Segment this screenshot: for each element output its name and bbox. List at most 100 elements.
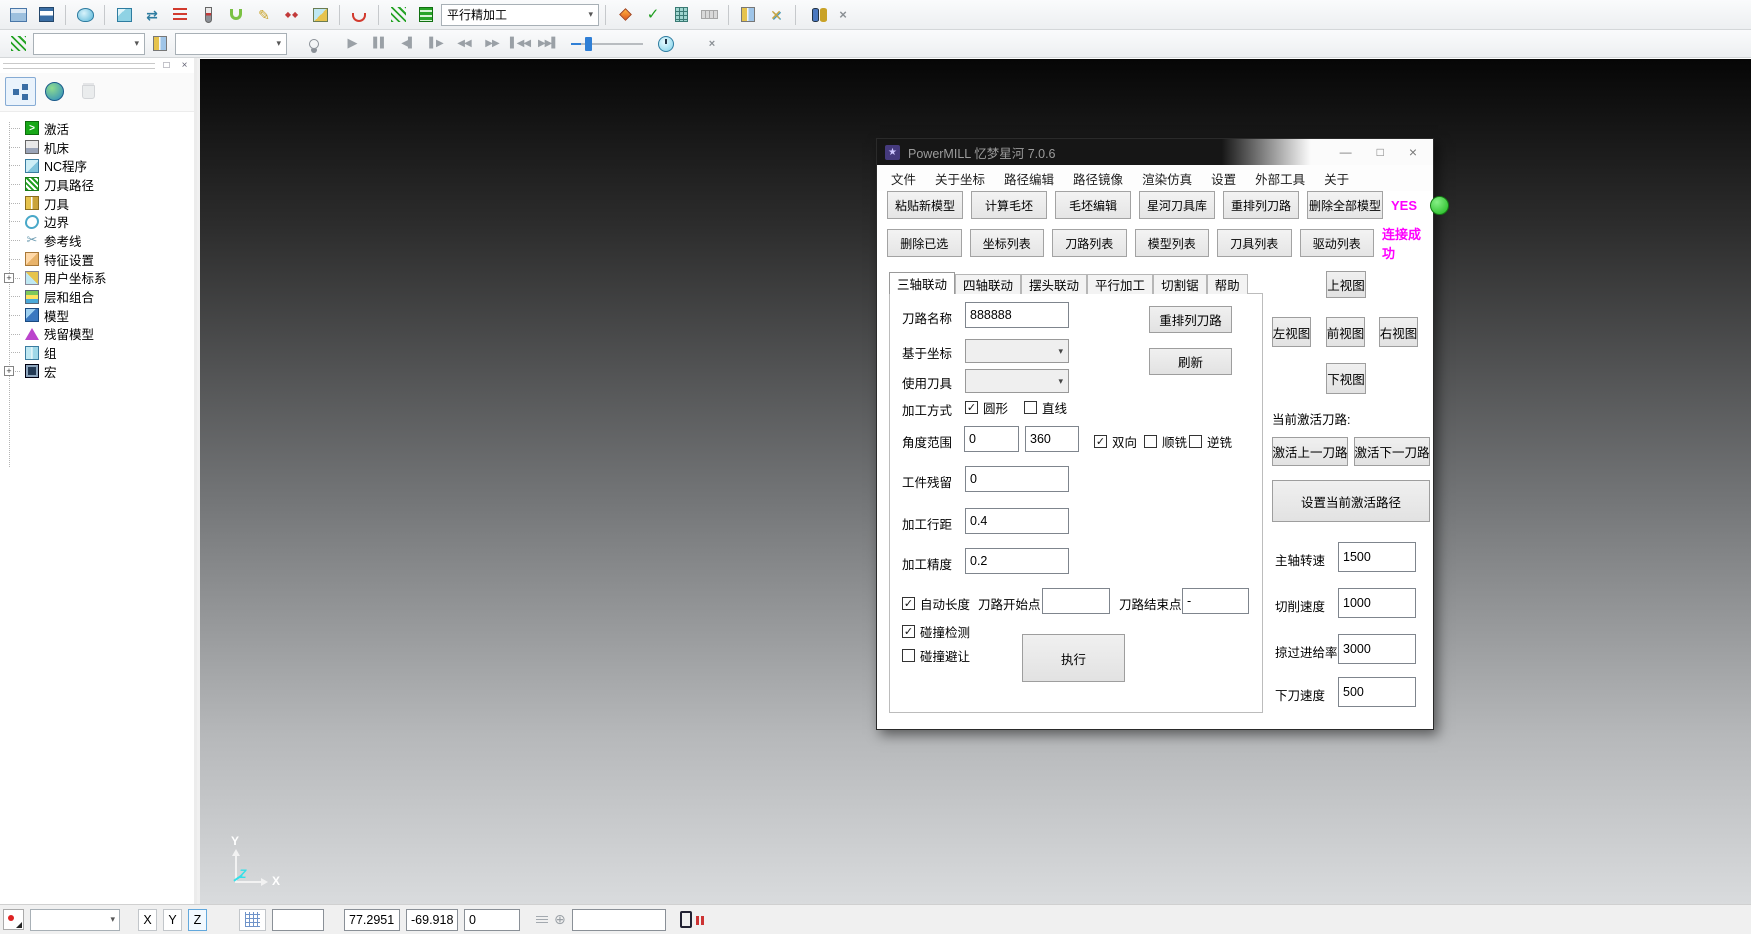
float-panel-button[interactable]: □ bbox=[160, 60, 173, 72]
minimize-button[interactable]: — bbox=[1340, 145, 1352, 159]
both-direction-checkbox[interactable]: 双向 bbox=[1094, 432, 1137, 451]
view-right-button[interactable]: 右视图 bbox=[1379, 317, 1418, 347]
mode-line-checkbox[interactable]: 直线 bbox=[1024, 398, 1067, 417]
simulate-toolpath-button[interactable] bbox=[612, 3, 638, 27]
menu-render-sim[interactable]: 渲染仿真 bbox=[1142, 169, 1192, 188]
calculator-button[interactable] bbox=[668, 3, 694, 27]
trim-button[interactable] bbox=[763, 3, 789, 27]
coord-z-field[interactable]: 0 bbox=[464, 909, 520, 931]
x-axis-button[interactable]: X bbox=[138, 909, 157, 931]
stock-remain-input[interactable] bbox=[965, 466, 1069, 492]
go-to-end-button[interactable]: ▶▶▌ bbox=[535, 32, 561, 56]
cutting-speed-input[interactable] bbox=[1338, 588, 1416, 618]
tree-item-activate[interactable]: 激活 bbox=[0, 119, 194, 138]
panel-close-button[interactable]: × bbox=[178, 60, 191, 72]
paste-new-model-button[interactable]: 粘贴新模型 bbox=[887, 191, 963, 219]
tree-item-feature-sets[interactable]: 特征设置 bbox=[0, 250, 194, 269]
sim-speed-slider[interactable] bbox=[571, 36, 643, 52]
tree-item-patterns[interactable]: 参考线 bbox=[0, 231, 194, 250]
explorer-trash-tab[interactable] bbox=[73, 77, 104, 106]
sim-toolpath-combo[interactable]: ▾ bbox=[33, 33, 145, 55]
tool-library-button[interactable]: 星河刀具库 bbox=[1139, 191, 1215, 219]
block-button[interactable] bbox=[111, 3, 137, 27]
close-button[interactable]: × bbox=[1409, 144, 1417, 160]
refresh-button[interactable]: 刷新 bbox=[1149, 348, 1232, 375]
highlight-button[interactable] bbox=[301, 32, 327, 56]
sim-toolbar-close-button[interactable]: × bbox=[699, 32, 725, 56]
climb-mill-checkbox[interactable]: 顺铣 bbox=[1144, 432, 1187, 451]
tolerance-input[interactable] bbox=[965, 548, 1069, 574]
pause-button[interactable]: ▌▌ bbox=[367, 32, 393, 56]
delete-all-models-button[interactable]: 删除全部模型 bbox=[1307, 191, 1383, 219]
toolpath-strategies-button[interactable] bbox=[139, 3, 165, 27]
status-empty-field[interactable] bbox=[272, 909, 324, 931]
mode-circle-checkbox[interactable]: 圆形 bbox=[965, 398, 1008, 417]
drag-grip[interactable] bbox=[3, 63, 155, 69]
expand-icon[interactable]: + bbox=[4, 366, 14, 376]
open-project-button[interactable] bbox=[5, 3, 31, 27]
fast-forward-button[interactable]: ▶▶ bbox=[479, 32, 505, 56]
set-active-path-button[interactable]: 设置当前激活路径 bbox=[1272, 480, 1430, 522]
tool-contact-button[interactable] bbox=[346, 3, 372, 27]
shading-button[interactable] bbox=[72, 3, 98, 27]
expand-icon[interactable]: + bbox=[4, 273, 14, 283]
tree-item-workplanes[interactable]: +用户坐标系 bbox=[0, 269, 194, 288]
view-left-button[interactable]: 左视图 bbox=[1272, 317, 1311, 347]
spindle-speed-input[interactable] bbox=[1338, 542, 1416, 572]
menu-coords[interactable]: 关于坐标 bbox=[935, 169, 985, 188]
tab-3axis[interactable]: 三轴联动 bbox=[889, 272, 955, 294]
status-combo[interactable]: ▾ bbox=[30, 909, 120, 931]
play-button[interactable]: ▶ bbox=[339, 32, 365, 56]
save-project-button[interactable] bbox=[33, 3, 59, 27]
tree-item-macros[interactable]: +宏 bbox=[0, 362, 194, 381]
tree-item-levels[interactable]: 层和组合 bbox=[0, 287, 194, 306]
y-axis-button[interactable]: Y bbox=[163, 909, 182, 931]
go-to-start-button[interactable]: ▌◀◀ bbox=[507, 32, 533, 56]
boundary-button[interactable] bbox=[251, 3, 277, 27]
rearrange-button[interactable]: 重排列刀路 bbox=[1149, 306, 1232, 333]
view-front-button[interactable]: 前视图 bbox=[1326, 317, 1365, 347]
tree-item-boundaries[interactable]: 边界 bbox=[0, 212, 194, 231]
drive-list-button[interactable]: 驱动列表 bbox=[1300, 229, 1375, 257]
start-point-input[interactable] bbox=[1042, 588, 1110, 614]
tool-pair-button[interactable] bbox=[735, 3, 761, 27]
tab-help[interactable]: 帮助 bbox=[1207, 274, 1248, 294]
slider-handle[interactable] bbox=[585, 37, 592, 51]
record-indicator-icon[interactable] bbox=[3, 909, 24, 930]
tool-list-button[interactable]: 刀具列表 bbox=[1217, 229, 1292, 257]
stepover-input[interactable] bbox=[965, 508, 1069, 534]
activate-prev-toolpath-button[interactable]: 激活上一刀路 bbox=[1272, 437, 1348, 466]
step-forward-button[interactable]: ▌▶ bbox=[423, 32, 449, 56]
sim-clock-button[interactable] bbox=[653, 32, 679, 56]
skim-feed-input[interactable] bbox=[1338, 634, 1416, 664]
conventional-mill-checkbox[interactable]: 逆铣 bbox=[1189, 432, 1232, 451]
dialog-title-bar[interactable]: PowerMILL 忆梦星河 7.0.6 — □ × bbox=[877, 139, 1433, 165]
tab-parallel[interactable]: 平行加工 bbox=[1087, 274, 1153, 294]
model-list-button[interactable]: 模型列表 bbox=[1135, 229, 1210, 257]
strategy-list-button[interactable] bbox=[413, 3, 439, 27]
view-bottom-button[interactable]: 下视图 bbox=[1326, 363, 1366, 394]
delete-selected-button[interactable]: 删除已选 bbox=[887, 229, 962, 257]
sim-toolpath-button[interactable] bbox=[5, 32, 31, 56]
tree-item-models[interactable]: 模型 bbox=[0, 306, 194, 325]
step-back-button[interactable]: ◀▌ bbox=[395, 32, 421, 56]
measure-button[interactable] bbox=[696, 3, 722, 27]
toolpath-button[interactable] bbox=[385, 3, 411, 27]
use-tool-select[interactable]: ▾ bbox=[965, 369, 1069, 393]
tree-item-stock-models[interactable]: 残留模型 bbox=[0, 325, 194, 344]
tree-item-machine[interactable]: 机床 bbox=[0, 138, 194, 157]
nc-program-button[interactable] bbox=[167, 3, 193, 27]
tool-database-button[interactable] bbox=[802, 3, 828, 27]
execute-button[interactable]: 执行 bbox=[1022, 634, 1125, 682]
menu-external-tools[interactable]: 外部工具 bbox=[1255, 169, 1305, 188]
coord-list-button[interactable]: 坐标列表 bbox=[970, 229, 1045, 257]
verify-button[interactable] bbox=[640, 3, 666, 27]
feature-set-button[interactable] bbox=[307, 3, 333, 27]
coord-x-field[interactable]: 77.2951 bbox=[344, 909, 400, 931]
active-strategy-combo[interactable]: 平行精加工 ▾ bbox=[441, 4, 599, 26]
rewind-button[interactable]: ◀◀ bbox=[451, 32, 477, 56]
activate-next-toolpath-button[interactable]: 激活下一刀路 bbox=[1354, 437, 1430, 466]
rearrange-toolpaths-button[interactable]: 重排列刀路 bbox=[1223, 191, 1299, 219]
sim-tool-button[interactable] bbox=[147, 32, 173, 56]
sim-tool-combo[interactable]: ▾ bbox=[175, 33, 287, 55]
